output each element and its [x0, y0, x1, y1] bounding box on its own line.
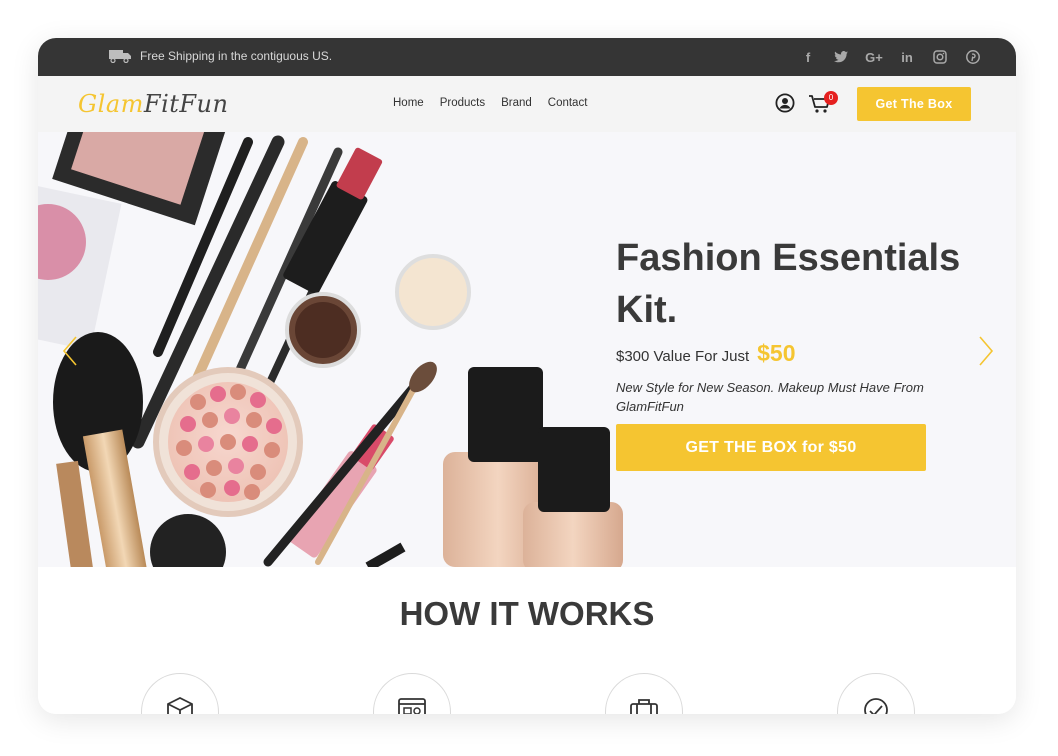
instagram-icon[interactable]: [931, 49, 949, 65]
hero-title-line1: Fashion Essentials: [616, 237, 961, 279]
hero-title-line2: Kit.: [616, 289, 678, 331]
nav-menu: Home Products Brand Contact: [393, 97, 587, 109]
box-icon: [167, 696, 193, 714]
hero-banner: Fashion Essentials Kit. $300 Value For J…: [38, 132, 1016, 567]
computer-icon: [398, 698, 426, 714]
cart-count-badge: 0: [824, 91, 838, 105]
linkedin-icon[interactable]: in: [898, 49, 916, 65]
carousel-next-icon[interactable]: [978, 336, 994, 366]
hero-value-text: $300 Value For Just: [616, 348, 750, 365]
how-it-works-section: HOW IT WORKS: [38, 567, 1016, 714]
carousel-prev-icon[interactable]: [62, 336, 78, 366]
hero-title: Fashion Essentials Kit.: [616, 232, 996, 336]
top-bar: Free Shipping in the contiguous US. f G+…: [38, 38, 1016, 76]
logo-text-glam: Glam: [78, 90, 144, 118]
shipping-notice: Free Shipping in the contiguous US.: [108, 49, 332, 63]
logo-text-fitfun: FitFun: [143, 90, 229, 118]
google-plus-icon[interactable]: G+: [865, 49, 883, 65]
nav-item-home[interactable]: Home: [393, 97, 424, 109]
badge-icon: [864, 698, 888, 714]
user-account-icon[interactable]: [775, 93, 795, 113]
hero-description: New Style for New Season. Makeup Must Ha…: [616, 380, 924, 414]
luggage-icon: [630, 699, 658, 714]
step-3: [605, 673, 683, 714]
twitter-icon[interactable]: [832, 49, 850, 65]
brand-logo[interactable]: GlamFitFun: [78, 90, 228, 118]
pinterest-icon[interactable]: [964, 49, 982, 65]
hero-price: $300 Value For Just $50: [616, 340, 796, 367]
get-the-box-button[interactable]: Get The Box: [857, 87, 971, 121]
how-it-works-title: HOW IT WORKS: [399, 595, 655, 632]
facebook-icon[interactable]: f: [799, 49, 817, 65]
truck-icon: [109, 50, 131, 63]
step-2: [373, 673, 451, 714]
step-4: [837, 673, 915, 714]
nav-item-contact[interactable]: Contact: [548, 97, 588, 109]
hero-price-amount: $50: [757, 340, 796, 366]
hero-get-box-button[interactable]: GET THE BOX for $50: [616, 424, 926, 471]
social-links: f G+ in: [799, 49, 982, 65]
step-1: [141, 673, 219, 714]
shipping-text: Free Shipping in the contiguous US.: [140, 49, 333, 63]
nav-item-brand[interactable]: Brand: [501, 97, 532, 109]
nav-item-products[interactable]: Products: [440, 97, 485, 109]
page-frame: Free Shipping in the contiguous US. f G+…: [38, 38, 1016, 714]
